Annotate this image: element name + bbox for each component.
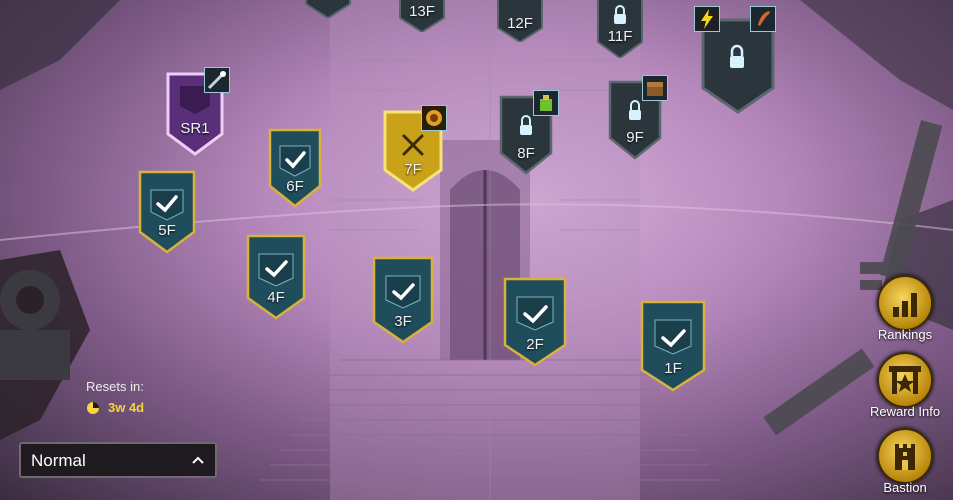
floor-label: SR1 [180,120,210,137]
difficulty-dropdown[interactable]: Normal [19,442,217,478]
reward-info-label: Reward Info [869,404,941,419]
completed-shield-icon [246,234,306,320]
floor-14-badge[interactable] [304,0,352,20]
feather-reward-icon[interactable] [750,6,776,32]
chest-reward-icon[interactable] [642,75,668,101]
reset-timer: 3w 4d [86,400,144,415]
floor-label: 5F [158,222,176,239]
floor-4-badge[interactable]: 4F [246,234,306,320]
floor-2-badge[interactable]: 2F [503,277,567,367]
completed-shield-icon [503,277,567,367]
completed-shield-icon [640,300,706,392]
lightning-reward-icon[interactable] [694,6,720,32]
floor-label: 11F [607,28,633,45]
completed-shield-icon [372,256,434,344]
floor-label: 6F [286,178,304,195]
floor-label: 2F [526,336,544,353]
floor-5-badge[interactable]: 5F [138,170,196,254]
floor-label: 13F [409,3,435,20]
chevron-up-icon [192,456,204,464]
floor-label: 7F [404,161,422,178]
floor-label: 8F [517,145,535,162]
floor-1-badge[interactable]: 1F [640,300,706,392]
completed-shield-icon [268,128,322,208]
potion-reward-icon[interactable] [533,90,559,116]
reward-gate-icon [877,352,933,408]
rankings-icon [877,275,933,331]
bastion-label: Bastion [883,480,927,495]
rankings-button[interactable]: Rankings [860,275,950,342]
floor-12-badge[interactable]: 12F [496,0,544,44]
floor-6-badge[interactable]: 6F [268,128,322,208]
bastion-button[interactable]: Bastion [860,428,950,495]
floor-label: 12F [507,15,533,32]
reward-info-button[interactable]: Reward Info [860,352,950,419]
floor-3-badge[interactable]: 3F [372,256,434,344]
clock-icon [87,401,99,414]
resets-in-label: Resets in: [86,379,144,394]
locked-shield-icon [305,0,351,20]
floor-11-badge[interactable]: 11F [596,0,644,60]
weapon-reward-icon[interactable] [204,67,230,93]
rankings-label: Rankings [877,327,933,342]
floor-label: 4F [267,289,285,306]
floor-13-badge[interactable]: 13F [398,0,446,34]
floor-label: 9F [626,129,644,146]
castle-tower-icon [877,428,933,484]
floor-label: 3F [394,313,412,330]
reset-time-value: 3w 4d [108,400,145,415]
floor-label: 1F [664,360,682,377]
difficulty-selected: Normal [31,451,86,470]
gold-chest-reward-icon[interactable] [421,105,447,131]
completed-shield-icon [138,170,196,254]
